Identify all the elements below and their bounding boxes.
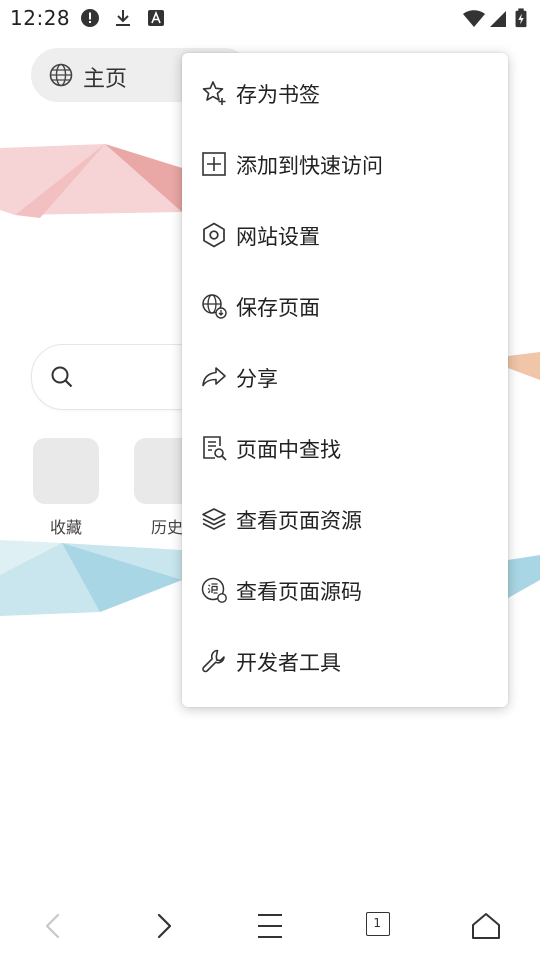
back-icon[interactable] xyxy=(34,906,74,946)
menu-label: 保存页面 xyxy=(236,296,320,320)
menu-item-save-page[interactable]: 保存页面 xyxy=(182,270,508,341)
menu-label: 添加到快速访问 xyxy=(236,154,383,178)
menu-item-developer-tools[interactable]: 开发者工具 xyxy=(182,625,508,696)
tab-count: 1 xyxy=(373,916,382,931)
address-title: 主页 xyxy=(83,67,128,92)
globe-icon xyxy=(49,63,73,87)
bottom-nav: 1 xyxy=(0,890,540,960)
overflow-menu: 存为书签 添加到快速访问 网站设置 保存页面 分享 页面中查找 查看页面资源 查… xyxy=(182,53,508,707)
menu-item-bookmark[interactable]: 存为书签 xyxy=(182,57,508,128)
shortcut-favorites[interactable]: 收藏 xyxy=(33,438,99,537)
menu-item-share[interactable]: 分享 xyxy=(182,341,508,412)
globe-save-icon xyxy=(202,294,227,319)
menu-label: 网站设置 xyxy=(236,225,320,249)
menu-label: 查看页面源码 xyxy=(236,580,362,604)
hex-settings-icon xyxy=(203,222,225,248)
menu-item-view-source[interactable]: 查看页面源码 xyxy=(182,554,508,625)
menu-label: 查看页面资源 xyxy=(236,509,362,533)
wrench-icon xyxy=(202,649,225,673)
menu-label: 开发者工具 xyxy=(236,651,341,675)
plus-square-icon xyxy=(202,152,226,176)
menu-label: 页面中查找 xyxy=(236,438,341,462)
search-icon xyxy=(51,366,73,388)
shortcut-tile xyxy=(33,438,99,504)
find-in-page-icon xyxy=(203,436,227,461)
layers-icon xyxy=(202,508,226,530)
menu-label: 存为书签 xyxy=(236,83,320,107)
source-code-icon xyxy=(201,577,227,603)
menu-item-site-settings[interactable]: 网站设置 xyxy=(182,199,508,270)
menu-icon[interactable] xyxy=(250,906,290,946)
tabs-button[interactable]: 1 xyxy=(366,912,390,936)
menu-item-find-in-page[interactable]: 页面中查找 xyxy=(182,412,508,483)
home-icon[interactable] xyxy=(466,906,506,946)
shortcut-label: 收藏 xyxy=(49,518,82,537)
menu-label: 分享 xyxy=(236,367,278,391)
star-plus-icon xyxy=(202,81,226,105)
share-arrow-icon xyxy=(202,367,226,387)
menu-item-add-quick-access[interactable]: 添加到快速访问 xyxy=(182,128,508,199)
menu-item-page-resources[interactable]: 查看页面资源 xyxy=(182,483,508,554)
forward-icon[interactable] xyxy=(144,906,184,946)
